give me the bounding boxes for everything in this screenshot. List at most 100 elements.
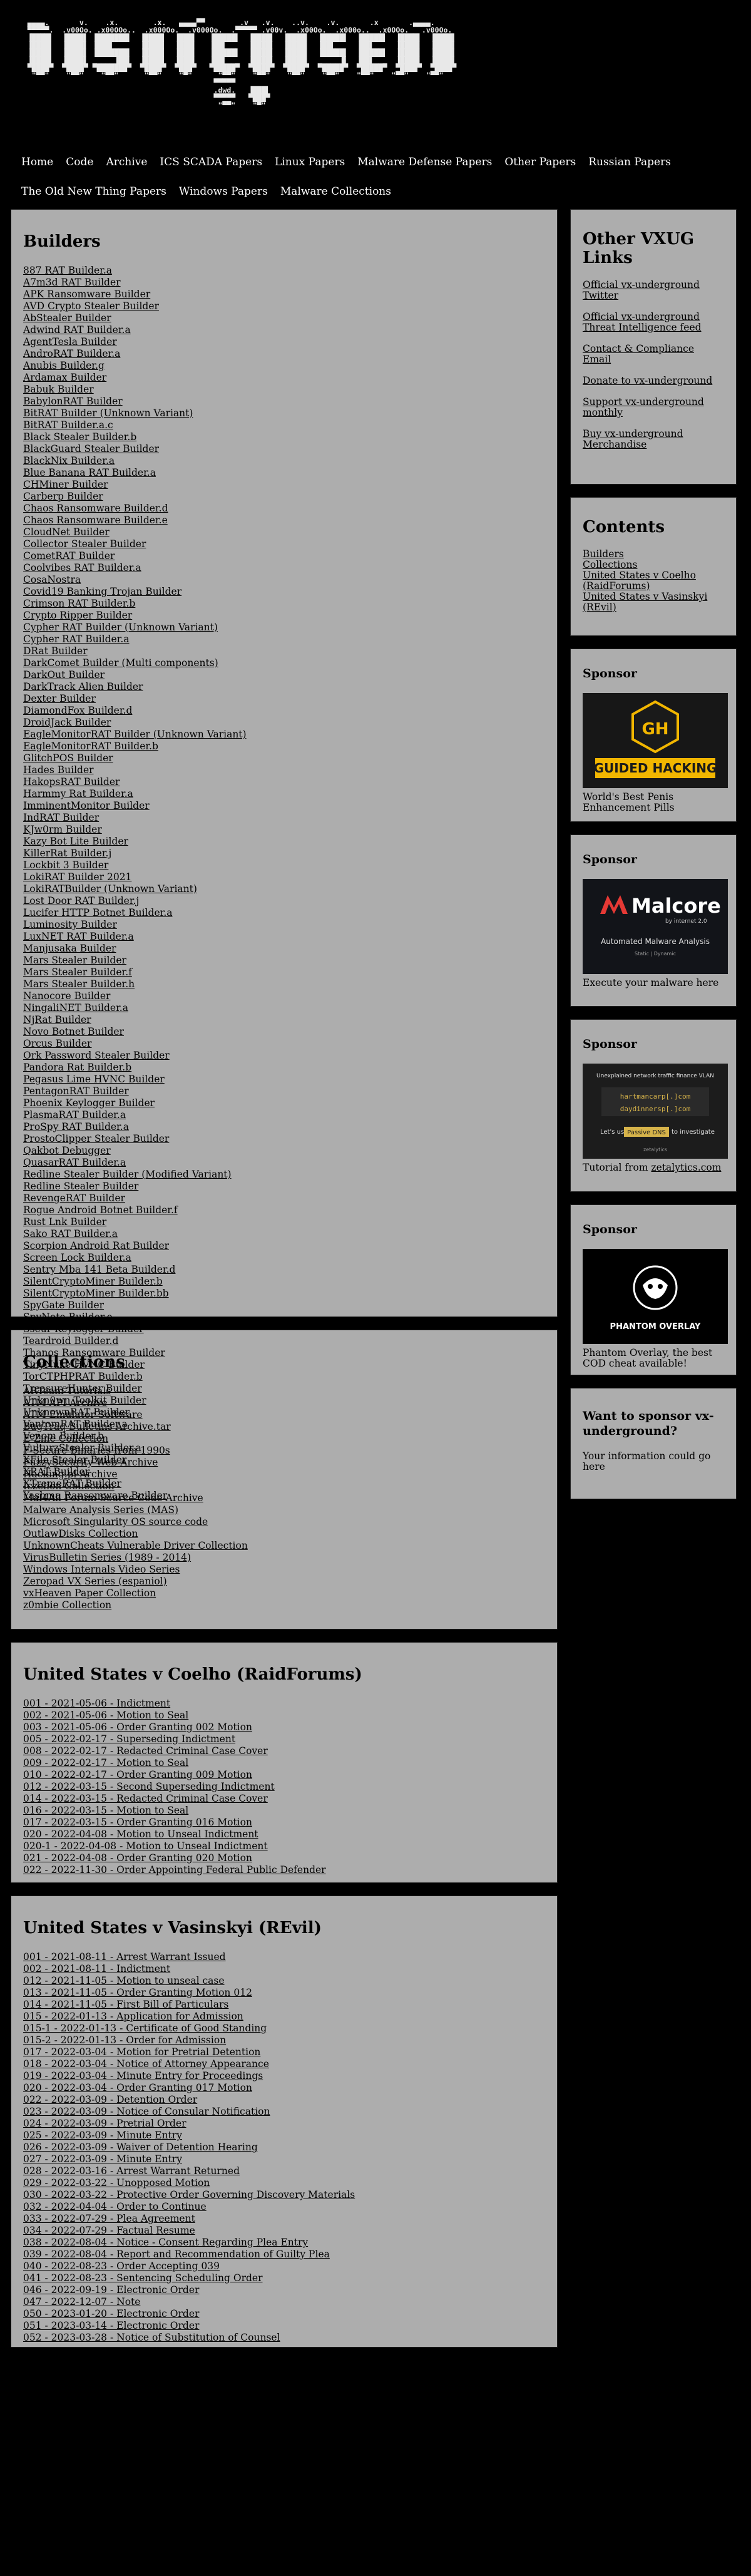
collection-link[interactable]: ATM API Archive (23, 1397, 107, 1409)
builder-link[interactable]: Phoenix Keylogger Builder (23, 1097, 155, 1109)
builder-link[interactable]: BitRAT Builder.a.c (23, 419, 113, 431)
vasinskyi-document-link[interactable]: 024 - 2022-03-09 - Pretrial Order (23, 2118, 186, 2129)
builder-link[interactable]: AgentTesla Builder (23, 336, 117, 347)
builder-link[interactable]: Nanocore Builder (23, 990, 110, 1002)
collection-link[interactable]: z0mbie Collection (23, 1599, 111, 1611)
coelho-document-link[interactable]: 008 - 2022-02-17 - Redacted Criminal Cas… (23, 1745, 268, 1757)
builder-link[interactable]: LokiRAT Builder 2021 (23, 871, 131, 883)
vasinskyi-document-link[interactable]: 012 - 2021-11-05 - Motion to unseal case (23, 1975, 225, 1986)
builder-link[interactable]: Teardroid Builder.d (23, 1335, 118, 1347)
builder-link[interactable]: DarkComet Builder (Multi components) (23, 657, 218, 669)
vasinskyi-document-link[interactable]: 029 - 2022-03-22 - Unopposed Motion (23, 2177, 210, 2189)
builder-link[interactable]: DarkTrack Alien Builder (23, 681, 143, 692)
guided-hacking-banner[interactable]: GH GUIDED HACKING (583, 693, 728, 788)
vasinskyi-document-link[interactable]: 019 - 2022-03-04 - Minute Entry for Proc… (23, 2070, 263, 2081)
builder-link[interactable]: DarkOut Builder (23, 669, 105, 680)
builder-link[interactable]: Sako RAT Builder.a (23, 1228, 118, 1239)
builder-link[interactable]: BlackNix Builder.a (23, 455, 115, 466)
builder-link[interactable]: Manjusaka Builder (23, 943, 116, 954)
builder-link[interactable]: Luminosity Builder (23, 919, 117, 930)
nav-link-malware-collections[interactable]: Malware Collections (274, 177, 397, 207)
vasinskyi-document-link[interactable]: 052 - 2023-03-28 - Notice of Substitutio… (23, 2332, 280, 2343)
collection-link[interactable]: OutlawDisks Collection (23, 1528, 138, 1539)
vasinskyi-document-link[interactable]: 026 - 2022-03-09 - Waiver of Detention H… (23, 2142, 258, 2153)
builder-link[interactable]: Screen Lock Builder.a (23, 1252, 131, 1263)
builder-link[interactable]: 887 RAT Builder.a (23, 265, 112, 276)
vasinskyi-document-link[interactable]: 001 - 2021-08-11 - Arrest Warrant Issued (23, 1951, 226, 1963)
builder-link[interactable]: ImminentMonitor Builder (23, 800, 150, 811)
vasinskyi-document-link[interactable]: 047 - 2022-12-07 - Note (23, 2296, 140, 2307)
vasinskyi-document-link[interactable]: 002 - 2021-08-11 - Indictment (23, 1963, 170, 1974)
builder-link[interactable]: Blue Banana RAT Builder.a (23, 467, 156, 478)
vasinskyi-document-link[interactable]: 015 - 2022-01-13 - Application for Admis… (23, 2011, 243, 2022)
builder-link[interactable]: Novo Botnet Builder (23, 1026, 124, 1037)
builder-link[interactable]: QuasarRAT Builder.a (23, 1157, 126, 1168)
builder-link[interactable]: Ork Password Stealer Builder (23, 1050, 170, 1061)
builder-link[interactable]: Lockbit 3 Builder (23, 860, 108, 871)
builder-link[interactable]: Scorpion Android Rat Builder (23, 1240, 169, 1251)
builder-link[interactable]: Qakbot Debugger (23, 1145, 111, 1156)
vasinskyi-document-link[interactable]: 039 - 2022-08-04 - Report and Recommenda… (23, 2249, 330, 2260)
vasinskyi-document-link[interactable]: 015-1 - 2022-01-13 - Certificate of Good… (23, 2023, 267, 2034)
collection-link[interactable]: BugTraq Bulletins Archive.tar (23, 1421, 171, 1432)
builder-link[interactable]: EagleMonitorRAT Builder.b (23, 741, 158, 752)
collection-link[interactable]: VirusBulletin Series (1989 - 2014) (23, 1552, 191, 1563)
vxug-link[interactable]: Official vx-underground Twitter (583, 280, 724, 301)
vasinskyi-document-link[interactable]: 034 - 2022-07-29 - Factual Resume (23, 2225, 195, 2236)
contents-link[interactable]: Collections (583, 560, 724, 570)
builder-link[interactable]: CometRAT Builder (23, 550, 115, 562)
collection-link[interactable]: Microsoft Singularity OS source code (23, 1516, 208, 1527)
builder-link[interactable]: TorCTPHPRAT Builder.b (23, 1371, 143, 1382)
nav-link-code[interactable]: Code (59, 148, 100, 177)
coelho-document-link[interactable]: 001 - 2021-05-06 - Indictment (23, 1698, 170, 1709)
coelho-document-link[interactable]: 012 - 2022-03-15 - Second Superseding In… (23, 1781, 275, 1792)
coelho-document-link[interactable]: 017 - 2022-03-15 - Order Granting 016 Mo… (23, 1817, 252, 1828)
builder-link[interactable]: Rogue Android Botnet Builder.f (23, 1204, 178, 1216)
collection-link[interactable]: Iczelion Collection (23, 1480, 115, 1492)
contents-link[interactable]: United States v Vasinskyi (REvil) (583, 592, 724, 613)
builder-link[interactable]: Chaos Ransomware Builder.d (23, 503, 168, 514)
builder-link[interactable]: RevengeRAT Builder (23, 1193, 125, 1204)
collection-link[interactable]: Mal4All Forum Source Code Archive (23, 1492, 203, 1504)
builder-link[interactable]: AVD Crypto Stealer Builder (23, 300, 159, 312)
builder-link[interactable]: CloudNet Builder (23, 526, 110, 538)
zetalytics-link[interactable]: zetalytics.com (651, 1162, 721, 1173)
vasinskyi-document-link[interactable]: 051 - 2023-03-14 - Electronic Order (23, 2320, 199, 2331)
nav-link-linux-papers[interactable]: Linux Papers (268, 148, 351, 177)
builder-link[interactable]: Crypto Ripper Builder (23, 610, 132, 621)
builder-link[interactable]: Chaos Ransomware Builder.e (23, 515, 168, 526)
nav-link-the-old-new-thing-papers[interactable]: The Old New Thing Papers (15, 177, 173, 207)
builder-link[interactable]: DroidJack Builder (23, 717, 111, 728)
builder-link[interactable]: Rust Lnk Builder (23, 1216, 106, 1228)
builder-link[interactable]: LokiRATBuilder (Unknown Variant) (23, 883, 197, 895)
builder-link[interactable]: Carberp Builder (23, 491, 103, 502)
builder-link[interactable]: NingaliNET Builder.a (23, 1002, 128, 1013)
builder-link[interactable]: HakopsRAT Builder (23, 776, 120, 788)
coelho-document-link[interactable]: 022 - 2022-11-30 - Order Appointing Fede… (23, 1864, 326, 1876)
builder-link[interactable]: Lucifer HTTP Botnet Builder.a (23, 907, 173, 918)
builder-link[interactable]: Mars Stealer Builder.f (23, 967, 132, 978)
vasinskyi-document-link[interactable]: 027 - 2022-03-09 - Minute Entry (23, 2153, 182, 2165)
collection-link[interactable]: FuzzySecurity Web Archive (23, 1457, 158, 1468)
vasinskyi-document-link[interactable]: 013 - 2021-11-05 - Order Granting Motion… (23, 1987, 252, 1998)
vasinskyi-document-link[interactable]: 046 - 2022-09-19 - Electronic Order (23, 2284, 199, 2296)
builder-link[interactable]: KillerRat Builder.j (23, 848, 111, 859)
nav-link-windows-papers[interactable]: Windows Papers (173, 177, 274, 207)
builder-link[interactable]: Crimson RAT Builder.b (23, 598, 135, 609)
builder-link[interactable]: APK Ransomware Builder (23, 289, 150, 300)
nav-link-malware-defense-papers[interactable]: Malware Defense Papers (351, 148, 498, 177)
builder-link[interactable]: Orcus Builder (23, 1038, 91, 1049)
vasinskyi-document-link[interactable]: 038 - 2022-08-04 - Notice - Consent Rega… (23, 2237, 308, 2248)
collection-link[interactable]: ARTeam Tutorials (23, 1385, 111, 1397)
builder-link[interactable]: SilentCryptoMiner Builder.b (23, 1276, 163, 1287)
collection-link[interactable]: E-Zine Collection (23, 1433, 108, 1444)
builder-link[interactable]: BlackGuard Stealer Builder (23, 443, 159, 454)
vasinskyi-document-link[interactable]: 028 - 2022-03-16 - Arrest Warrant Return… (23, 2165, 240, 2177)
vasinskyi-document-link[interactable]: 040 - 2022-08-23 - Order Accepting 039 (23, 2260, 220, 2272)
vasinskyi-document-link[interactable]: 015-2 - 2022-01-13 - Order for Admission (23, 2035, 226, 2046)
nav-link-other-papers[interactable]: Other Papers (498, 148, 582, 177)
coelho-document-link[interactable]: 003 - 2021-05-06 - Order Granting 002 Mo… (23, 1722, 252, 1733)
coelho-document-link[interactable]: 009 - 2022-02-17 - Motion to Seal (23, 1757, 188, 1768)
coelho-document-link[interactable]: 020-1 - 2022-04-08 - Motion to Unseal In… (23, 1840, 268, 1852)
builder-link[interactable]: Sentry Mba 141 Beta Builder.d (23, 1264, 175, 1275)
